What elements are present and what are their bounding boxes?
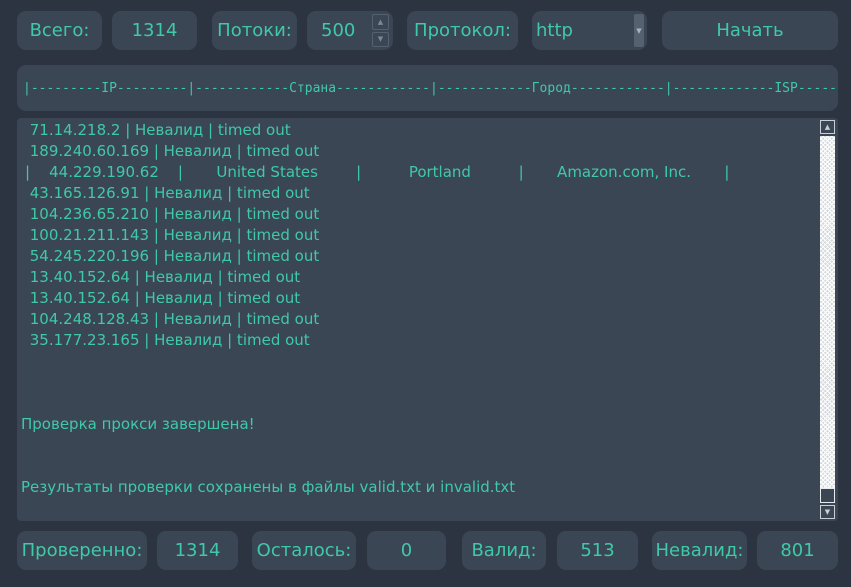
protocol-select[interactable]: http ▼ xyxy=(532,11,647,50)
log-line: 71.14.218.2 | Невалид | timed out xyxy=(25,121,291,139)
scroll-up-icon[interactable]: ▲ xyxy=(820,120,835,134)
start-button[interactable]: Начать xyxy=(662,11,838,50)
valid-value: 513 xyxy=(557,531,638,570)
threads-value[interactable]: 500 xyxy=(321,20,355,41)
valid-label: Валид: xyxy=(462,531,546,570)
log-scrollbar[interactable]: ▲ ▼ xyxy=(819,120,836,519)
log-textarea[interactable]: 71.14.218.2 | Невалид | timed out 189.24… xyxy=(17,118,838,521)
proxy-checker-window: Всего: 1314 Потоки: 500 ▲ ▼ Протокол: ht… xyxy=(0,0,851,587)
invalid-value: 801 xyxy=(757,531,838,570)
log-line: 13.40.152.64 | Невалид | timed out xyxy=(25,268,301,286)
invalid-label: Невалид: xyxy=(652,531,747,570)
done-message: Проверка прокси завершена! xyxy=(21,415,255,433)
scroll-down-icon[interactable]: ▼ xyxy=(820,505,835,519)
remaining-value: 0 xyxy=(367,531,446,570)
remaining-label: Осталось: xyxy=(252,531,356,570)
threads-stepper[interactable]: 500 ▲ ▼ xyxy=(307,11,393,50)
total-value: 1314 xyxy=(112,11,197,50)
log-line: 100.21.211.143 | Невалид | timed out xyxy=(25,226,320,244)
log-line: 54.245.220.196 | Невалид | timed out xyxy=(25,247,320,265)
checked-label: Проверенно: xyxy=(17,531,147,570)
log-line: 189.240.60.169 | Невалид | timed out xyxy=(25,142,320,160)
total-label: Всего: xyxy=(17,11,102,50)
chevron-down-icon[interactable]: ▼ xyxy=(634,14,644,47)
log-lines: 71.14.218.2 | Невалид | timed out 189.24… xyxy=(25,120,814,351)
columns-header: |---------IP---------|------------Страна… xyxy=(17,65,838,111)
stepper-down-icon[interactable]: ▼ xyxy=(372,31,389,47)
log-line: 104.236.65.210 | Невалид | timed out xyxy=(25,205,320,223)
checked-value: 1314 xyxy=(157,531,238,570)
log-line: 104.248.128.43 | Невалид | timed out xyxy=(25,310,320,328)
log-line: | 44.229.190.62 | United States | Portla… xyxy=(25,163,730,181)
scroll-track[interactable] xyxy=(820,136,835,503)
threads-label: Потоки: xyxy=(212,11,297,50)
columns-header-text: |---------IP---------|------------Страна… xyxy=(23,80,838,96)
log-line: 13.40.152.64 | Невалид | timed out xyxy=(25,289,301,307)
stepper-up-icon[interactable]: ▲ xyxy=(372,14,389,30)
protocol-label: Протокол: xyxy=(407,11,518,50)
protocol-selected-value: http xyxy=(536,20,573,41)
log-line: 43.165.126.91 | Невалид | timed out xyxy=(25,184,310,202)
threads-stepper-arrows: ▲ ▼ xyxy=(372,14,389,47)
log-line: 35.177.23.165 | Невалид | timed out xyxy=(25,331,310,349)
scroll-thumb[interactable] xyxy=(820,488,835,503)
saved-message: Результаты проверки сохранены в файлы va… xyxy=(21,478,516,496)
